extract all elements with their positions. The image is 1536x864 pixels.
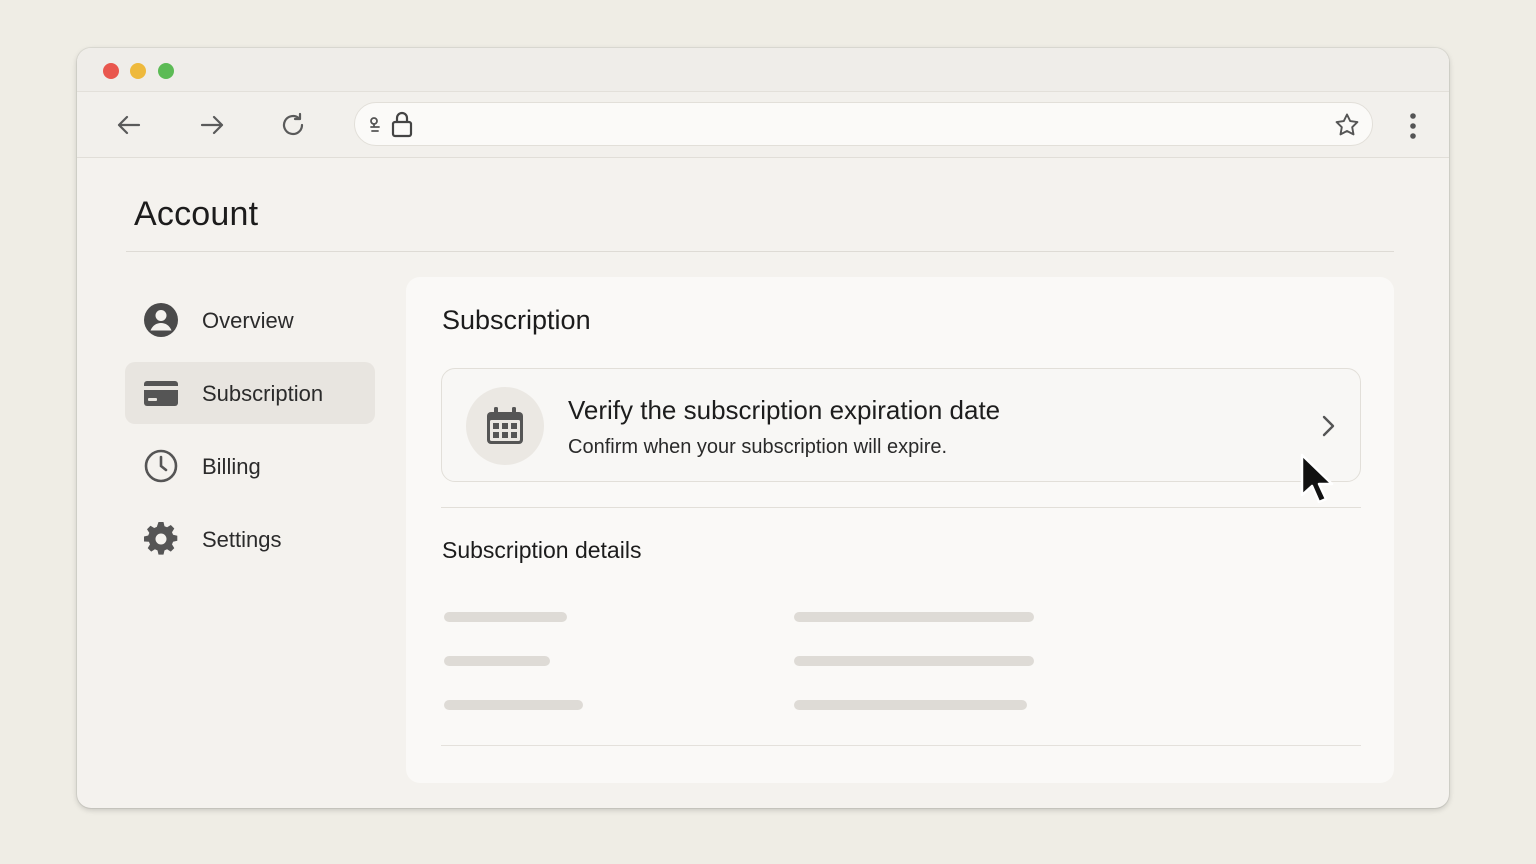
address-bar[interactable] bbox=[354, 102, 1373, 146]
minimize-window-button[interactable] bbox=[130, 63, 146, 79]
arrow-right-icon bbox=[200, 115, 224, 135]
panel-bottom-divider bbox=[441, 745, 1361, 746]
title-bar bbox=[77, 48, 1449, 92]
page-divider bbox=[126, 251, 1394, 252]
lock-icon bbox=[391, 111, 413, 138]
detail-label-placeholder bbox=[444, 612, 567, 622]
detail-value-placeholder bbox=[794, 700, 1027, 710]
sidebar-item-label: Subscription bbox=[202, 381, 324, 406]
clock-icon bbox=[144, 449, 178, 483]
detail-value-placeholder bbox=[794, 656, 1034, 666]
detail-value-placeholder bbox=[794, 612, 1034, 622]
panel-title: Subscription bbox=[442, 305, 591, 335]
page-content: Account Overview Subscription Billing Se… bbox=[77, 159, 1449, 808]
sidebar-item-overview[interactable]: Overview bbox=[125, 289, 375, 351]
credit-card-icon bbox=[144, 381, 178, 406]
site-settings-icon[interactable] bbox=[367, 114, 383, 136]
close-window-button[interactable] bbox=[103, 63, 119, 79]
sidebar-item-label: Settings bbox=[202, 527, 282, 552]
subscription-panel: Subscription Verify the subscription exp… bbox=[406, 277, 1394, 783]
reload-button[interactable] bbox=[277, 109, 309, 141]
task-subtitle: Confirm when your subscription will expi… bbox=[568, 436, 948, 458]
calendar-icon-badge bbox=[466, 387, 544, 465]
sidebar-item-subscription[interactable]: Subscription bbox=[125, 362, 375, 424]
maximize-window-button[interactable] bbox=[158, 63, 174, 79]
chevron-right-icon bbox=[1322, 415, 1335, 437]
sidebar-item-settings[interactable]: Settings bbox=[125, 508, 375, 570]
sidebar-item-label: Billing bbox=[202, 454, 261, 479]
reload-icon bbox=[282, 112, 304, 136]
detail-label-placeholder bbox=[444, 656, 550, 666]
calendar-icon bbox=[487, 407, 523, 444]
sidebar-nav: Overview Subscription Billing Settings bbox=[125, 289, 375, 581]
sidebar-item-label: Overview bbox=[202, 308, 294, 333]
details-title: Subscription details bbox=[442, 537, 642, 563]
gear-icon bbox=[144, 522, 178, 555]
page-title: Account bbox=[134, 195, 259, 233]
arrow-left-icon bbox=[117, 115, 141, 135]
detail-label-placeholder bbox=[444, 700, 583, 710]
forward-button[interactable] bbox=[196, 109, 228, 141]
bookmark-star-icon[interactable] bbox=[1334, 112, 1360, 138]
sidebar-item-billing[interactable]: Billing bbox=[125, 435, 375, 497]
verify-expiration-card[interactable]: Verify the subscription expiration date … bbox=[441, 368, 1361, 482]
back-button[interactable] bbox=[113, 109, 145, 141]
user-circle-icon bbox=[144, 303, 178, 337]
mouse-pointer-icon bbox=[1300, 453, 1334, 504]
task-title: Verify the subscription expiration date bbox=[568, 395, 1001, 425]
browser-toolbar bbox=[77, 92, 1449, 158]
panel-divider bbox=[441, 507, 1361, 508]
browser-window: Account Overview Subscription Billing Se… bbox=[77, 48, 1449, 808]
browser-menu-icon[interactable] bbox=[1409, 112, 1417, 140]
